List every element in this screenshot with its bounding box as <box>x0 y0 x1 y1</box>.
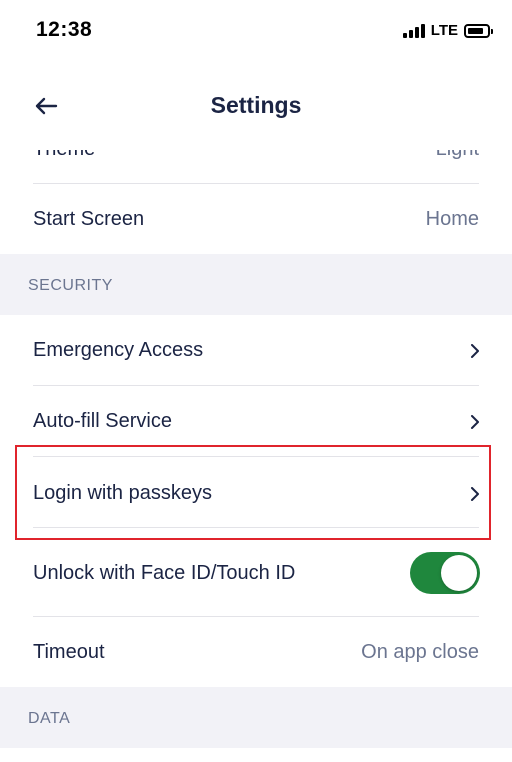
section-header-data: DATA <box>0 687 512 748</box>
section-header-security: SECURITY <box>0 254 512 315</box>
network-label: LTE <box>430 22 458 39</box>
page-title: Settings <box>210 92 302 118</box>
settings-row-emergency-access[interactable]: Emergency Access <box>0 315 512 385</box>
row-label: Timeout <box>33 641 105 663</box>
settings-row-timeout[interactable]: Timeout On app close <box>0 617 512 687</box>
battery-icon <box>464 23 493 38</box>
row-label: Login with passkeys <box>33 482 212 504</box>
section-label: DATA <box>28 710 71 727</box>
row-label: Start Screen <box>33 208 145 230</box>
section-label: SECURITY <box>28 277 113 294</box>
settings-list[interactable]: Theme Light Start Screen Home SECURITY E… <box>0 150 512 762</box>
row-label: Auto-fill Service <box>33 410 172 432</box>
status-indicators: LTE <box>402 22 493 39</box>
status-bar: 12:38 LTE <box>0 0 512 62</box>
divider <box>33 527 479 528</box>
chevron-right-icon <box>471 344 479 358</box>
row-label: Emergency Access <box>33 339 204 361</box>
settings-row-theme[interactable]: Theme Light <box>0 150 512 184</box>
settings-row-unlock-biometrics[interactable]: Unlock with Face ID/Touch ID <box>0 538 512 616</box>
settings-row-start-screen[interactable]: Start Screen Home <box>0 184 512 254</box>
row-value: On app close <box>361 641 479 663</box>
settings-row-autofill-service[interactable]: Auto-fill Service <box>0 386 512 456</box>
signal-icon <box>402 23 425 38</box>
chevron-right-icon <box>471 415 479 429</box>
settings-row-login-with-passkeys[interactable]: Login with passkeys <box>0 457 512 527</box>
nav-bar: Settings <box>0 62 512 150</box>
toggle-knob <box>441 555 477 591</box>
row-label: Unlock with Face ID/Touch ID <box>33 562 296 584</box>
chevron-right-icon <box>471 487 479 501</box>
biometric-toggle[interactable] <box>410 552 480 594</box>
row-value: Light <box>436 150 479 161</box>
row-label: Theme <box>33 150 95 161</box>
status-time: 12:38 <box>36 18 93 41</box>
row-value: Home <box>425 208 479 230</box>
